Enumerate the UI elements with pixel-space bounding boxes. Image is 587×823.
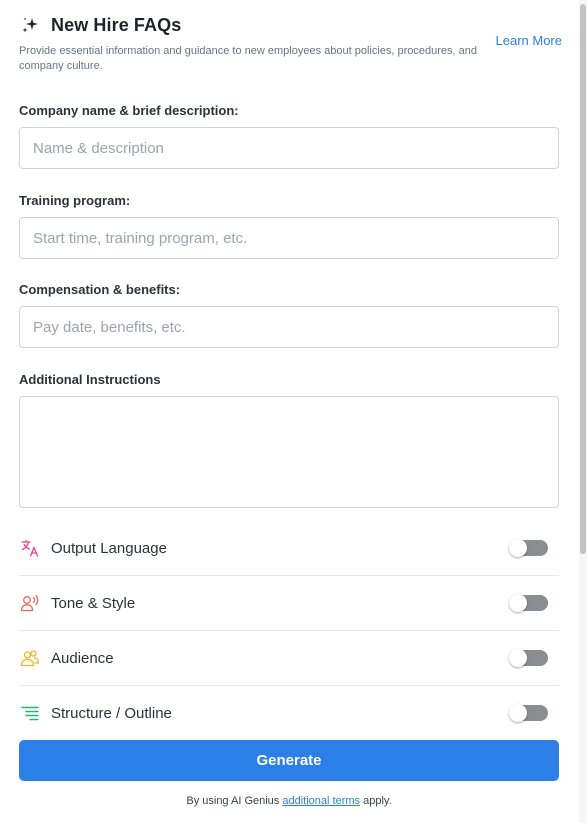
header: New Hire FAQs Learn More Provide essenti… — [19, 12, 564, 73]
additional-terms-link[interactable]: additional terms — [282, 795, 360, 807]
compensation-benefits-input[interactable] — [19, 306, 559, 348]
training-field-group: Training program: — [19, 193, 559, 259]
option-audience[interactable]: Audience — [19, 631, 559, 686]
additional-instructions-textarea[interactable] — [19, 396, 559, 508]
toggle-knob — [509, 594, 527, 612]
scrollbar-thumb[interactable] — [580, 4, 586, 554]
additional-instructions-label: Additional Instructions — [19, 372, 161, 387]
people-icon — [19, 647, 41, 669]
option-output-language-label: Output Language — [51, 539, 167, 557]
training-program-input[interactable] — [19, 217, 559, 259]
option-tone-style-label: Tone & Style — [51, 594, 136, 612]
list-icon — [19, 703, 41, 725]
speaker-icon — [19, 592, 41, 614]
options-list: Output Language Tone & Style Audience St… — [19, 521, 559, 741]
structure-outline-toggle[interactable] — [509, 704, 548, 722]
footer-terms: By using AI Genius additional terms appl… — [0, 795, 578, 807]
generate-button[interactable]: Generate — [19, 740, 559, 781]
translate-icon — [19, 537, 41, 559]
sparkle-icon — [19, 14, 41, 36]
option-structure-outline[interactable]: Structure / Outline — [19, 686, 559, 741]
scrollbar[interactable] — [579, 0, 587, 823]
output-language-toggle[interactable] — [509, 539, 548, 557]
toggle-knob — [509, 704, 527, 722]
page-subtitle: Provide essential information and guidan… — [19, 45, 478, 72]
footer-prefix: By using AI Genius — [186, 795, 280, 807]
additional-field-group: Additional Instructions — [19, 372, 559, 513]
company-field-label: Company name & brief description: — [19, 103, 239, 118]
title-row: New Hire FAQs — [19, 12, 564, 38]
company-description-input[interactable] — [19, 127, 559, 169]
learn-more-link[interactable]: Learn More — [496, 33, 562, 48]
compensation-field-group: Compensation & benefits: — [19, 282, 559, 348]
company-field-group: Company name & brief description: — [19, 103, 559, 169]
compensation-field-label: Compensation & benefits: — [19, 282, 181, 297]
toggle-knob — [509, 539, 527, 557]
page-title: New Hire FAQs — [51, 14, 182, 35]
option-tone-style[interactable]: Tone & Style — [19, 576, 559, 631]
option-output-language[interactable]: Output Language — [19, 521, 559, 576]
tone-style-toggle[interactable] — [509, 594, 548, 612]
footer-suffix: apply. — [363, 795, 392, 807]
toggle-knob — [509, 649, 527, 667]
option-audience-label: Audience — [51, 649, 114, 667]
training-field-label: Training program: — [19, 193, 131, 208]
audience-toggle[interactable] — [509, 649, 548, 667]
option-structure-outline-label: Structure / Outline — [51, 705, 172, 722]
